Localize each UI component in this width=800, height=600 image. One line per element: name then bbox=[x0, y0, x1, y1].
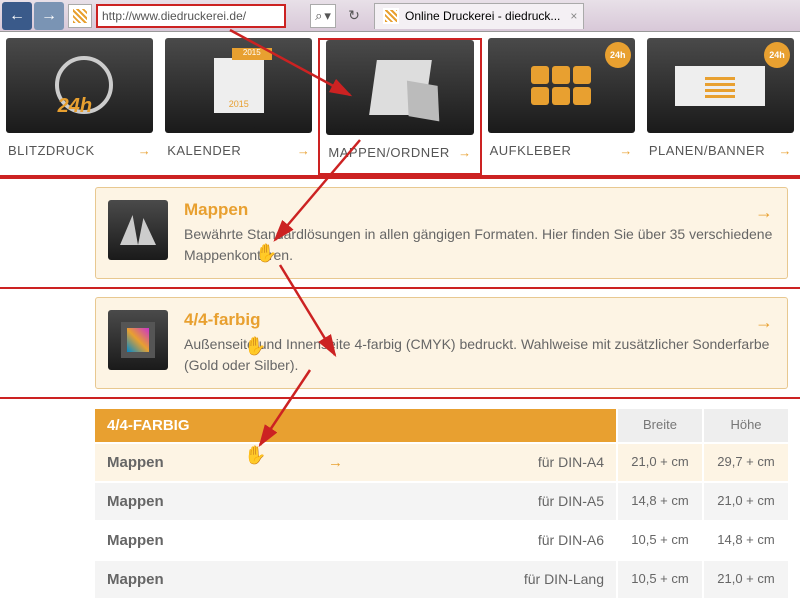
table-row[interactable]: Mappen→für DIN-A421,0 + cm29,7 + cm bbox=[95, 442, 788, 481]
category-mappenordner[interactable]: MAPPEN/ORDNER→ bbox=[318, 38, 481, 175]
category-tile-icon: 24h bbox=[488, 38, 635, 133]
product-table: 4/4-FARBIG Breite Höhe Mappen→für DIN-A4… bbox=[95, 409, 788, 598]
card-mappen[interactable]: Mappen Bewährte Standardlösungen in alle… bbox=[95, 187, 788, 279]
cell-name: Mappen bbox=[95, 483, 355, 520]
table-row[interactable]: Mappenfür DIN-Lang10,5 + cm21,0 + cm bbox=[95, 559, 788, 598]
category-label: MAPPEN/ORDNER→ bbox=[326, 135, 473, 160]
cell-format: für DIN-Lang bbox=[355, 561, 616, 598]
category-row: BLITZDRUCK→ KALENDER→ MAPPEN/ORDNER→ 24h AUF… bbox=[0, 32, 800, 177]
cell-width: 21,0 + cm bbox=[616, 444, 702, 481]
card-description: Außenseite und Innenseite 4-farbig (CMYK… bbox=[184, 334, 775, 376]
category-tile-icon: 24h bbox=[647, 38, 794, 133]
badge-24h-icon: 24h bbox=[605, 42, 631, 68]
card-thumb-icon bbox=[108, 200, 168, 260]
category-kalender[interactable]: KALENDER→ bbox=[159, 38, 318, 175]
card-4-4-farbig[interactable]: 4/4-farbig Außenseite und Innenseite 4-f… bbox=[95, 297, 788, 389]
category-tile-icon bbox=[326, 40, 473, 135]
site-favicon bbox=[68, 4, 92, 28]
card-title: Mappen bbox=[184, 200, 775, 220]
browser-tab[interactable]: Online Druckerei - diedruck... × bbox=[374, 3, 584, 29]
tab-title: Online Druckerei - diedruck... bbox=[405, 9, 560, 23]
cell-height: 21,0 + cm bbox=[702, 483, 788, 520]
cell-height: 21,0 + cm bbox=[702, 561, 788, 598]
col-height: Höhe bbox=[702, 409, 788, 442]
card-thumb-icon bbox=[108, 310, 168, 370]
cell-height: 14,8 + cm bbox=[702, 522, 788, 559]
cell-name: Mappen bbox=[95, 522, 355, 559]
refresh-button[interactable]: ↻ bbox=[342, 4, 366, 28]
close-tab-icon[interactable]: × bbox=[570, 9, 577, 23]
chevron-right-icon: → bbox=[297, 143, 311, 158]
category-tile-icon bbox=[6, 38, 153, 133]
cell-width: 10,5 + cm bbox=[616, 561, 702, 598]
category-planenbanner[interactable]: 24h PLANEN/BANNER→ bbox=[641, 38, 800, 175]
address-bar[interactable]: http://www.diedruckerei.de/ bbox=[96, 4, 286, 28]
category-label: AUFKLEBER→ bbox=[488, 133, 635, 158]
cell-name: Mappen bbox=[95, 561, 355, 598]
cell-height: 29,7 + cm bbox=[702, 444, 788, 481]
category-blitzdruck[interactable]: BLITZDRUCK→ bbox=[0, 38, 159, 175]
search-button[interactable]: ⌕ ▾ bbox=[310, 4, 336, 28]
table-row[interactable]: Mappenfür DIN-A514,8 + cm21,0 + cm bbox=[95, 481, 788, 520]
table-title: 4/4-FARBIG bbox=[95, 409, 616, 442]
cell-name: Mappen→ bbox=[95, 444, 355, 481]
chevron-right-icon: → bbox=[138, 143, 152, 158]
forward-button[interactable]: → bbox=[34, 2, 64, 30]
chevron-right-icon: → bbox=[328, 454, 343, 471]
chevron-right-icon: → bbox=[779, 143, 793, 158]
browser-toolbar: ← → http://www.diedruckerei.de/ ⌕ ▾ ↻ On… bbox=[0, 0, 800, 32]
table-row[interactable]: Mappenfür DIN-A610,5 + cm14,8 + cm bbox=[95, 520, 788, 559]
chevron-right-icon: → bbox=[755, 202, 773, 223]
card-title: 4/4-farbig bbox=[184, 310, 775, 330]
table-header: 4/4-FARBIG Breite Höhe bbox=[95, 409, 788, 442]
category-label: BLITZDRUCK→ bbox=[6, 133, 153, 158]
category-tile-icon bbox=[165, 38, 312, 133]
badge-24h-icon: 24h bbox=[764, 42, 790, 68]
cell-width: 10,5 + cm bbox=[616, 522, 702, 559]
chevron-right-icon: → bbox=[755, 312, 773, 333]
cell-format: für DIN-A6 bbox=[355, 522, 616, 559]
category-aufkleber[interactable]: 24h AUFKLEBER→ bbox=[482, 38, 641, 175]
chevron-right-icon: → bbox=[458, 145, 472, 160]
card-description: Bewährte Standardlösungen in allen gängi… bbox=[184, 224, 775, 266]
back-button[interactable]: ← bbox=[2, 2, 32, 30]
cell-format: für DIN-A4 bbox=[355, 444, 616, 481]
category-label: PLANEN/BANNER→ bbox=[647, 133, 794, 158]
col-width: Breite bbox=[616, 409, 702, 442]
chevron-right-icon: → bbox=[619, 143, 633, 158]
cell-width: 14,8 + cm bbox=[616, 483, 702, 520]
cell-format: für DIN-A5 bbox=[355, 483, 616, 520]
category-label: KALENDER→ bbox=[165, 133, 312, 158]
